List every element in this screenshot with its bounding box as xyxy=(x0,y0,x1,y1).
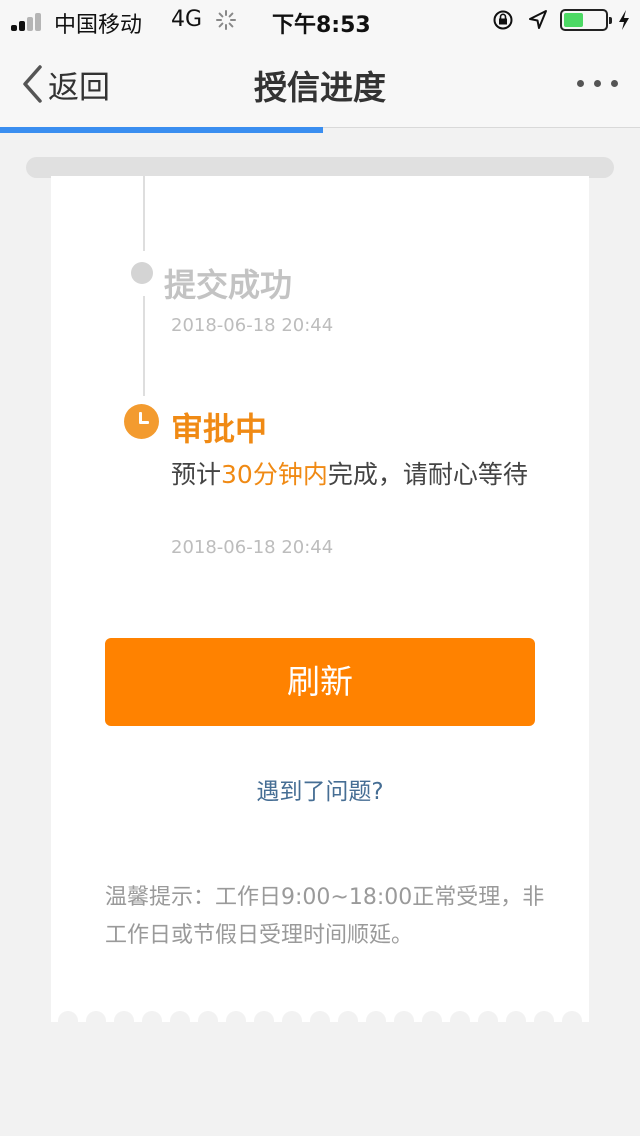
signal-icon xyxy=(11,13,47,31)
clock-time: 下午8:53 xyxy=(272,13,371,38)
step-reviewing-description: 预计30分钟内完成，请耐心等待 xyxy=(171,460,528,489)
page-load-progress-fill xyxy=(0,127,324,133)
receipt-slot xyxy=(26,157,614,178)
charging-bolt-icon xyxy=(619,10,629,30)
status-bar: 中国移动 4G 下午8:53 xyxy=(0,0,640,40)
refresh-button[interactable]: 刷新 xyxy=(105,638,535,726)
step-reviewing-time: 2018-06-18 20:44 xyxy=(171,537,334,558)
step-submitted-time: 2018-06-18 20:44 xyxy=(171,315,334,336)
estimate-highlight: 30分钟内 xyxy=(221,460,328,489)
carrier-label: 中国移动 xyxy=(54,13,143,38)
loading-spinner-icon xyxy=(216,10,236,30)
timeline-line xyxy=(143,296,145,396)
rotation-lock-icon xyxy=(493,10,513,30)
battery-icon xyxy=(560,9,612,31)
timeline-line xyxy=(143,176,145,251)
clock-icon xyxy=(124,404,159,439)
page-load-progress xyxy=(0,127,640,133)
progress-card: 提交成功 2018-06-18 20:44 审批中 预计30分钟内完成，请耐心等… xyxy=(51,176,589,1022)
help-link[interactable]: 遇到了问题? xyxy=(51,772,589,806)
step-reviewing-title: 审批中 xyxy=(171,410,268,448)
location-arrow-icon xyxy=(529,10,547,29)
step-done-dot-icon xyxy=(131,262,153,284)
network-label: 4G xyxy=(171,7,203,32)
tip-text: 温馨提示：工作日9:00~18:00正常受理，非工作日或节假日受理时间顺延。 xyxy=(105,885,545,948)
more-dots-icon xyxy=(577,80,584,87)
step-submitted-title: 提交成功 xyxy=(164,266,293,304)
more-menu-button[interactable] xyxy=(577,80,618,87)
nav-bar: 返回 授信进度 xyxy=(0,40,640,128)
page-title: 授信进度 xyxy=(254,68,386,107)
receipt-scalloped-edge xyxy=(51,1002,589,1022)
